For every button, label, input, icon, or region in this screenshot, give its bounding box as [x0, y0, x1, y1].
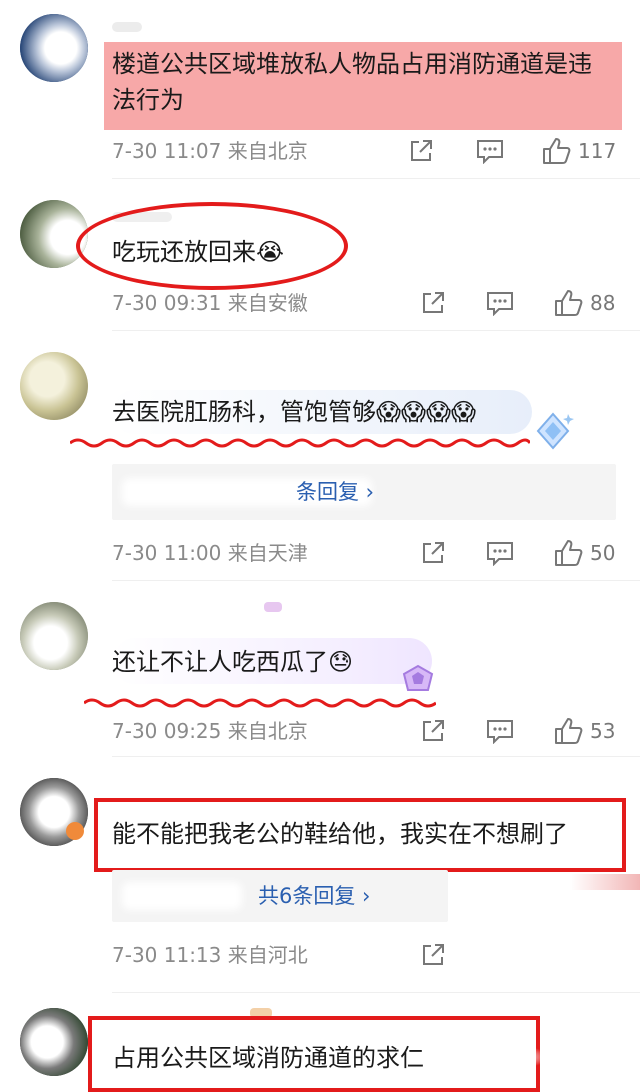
comment-meta: 7-30 11:13 来自河北: [112, 940, 620, 970]
like-count: 50: [590, 541, 616, 565]
comment-text: 去医院肛肠科，管饱管够😱😱😱😱: [112, 398, 477, 426]
comment-card: 还让不让人吃西瓜了😓 7-30 09:25 来自北京 53: [0, 582, 640, 758]
divider: [112, 330, 640, 331]
divider: [112, 178, 640, 179]
like-count: 88: [590, 291, 616, 315]
blurred-badge: [264, 602, 282, 612]
comment-card: 能不能把我老公的鞋给他，我实在不想刷了 共6条回复 › 7-30 11:13 来…: [0, 758, 640, 994]
comment-time: 7-30 11:13 来自河北: [112, 943, 308, 967]
comment-time: 7-30 09:25 来自北京: [112, 719, 308, 743]
annotation-underline: [84, 698, 436, 708]
view-replies-link[interactable]: 共6条回复 ›: [258, 870, 370, 922]
blurred-reply-text: [122, 882, 242, 910]
view-replies-link[interactable]: 条回复 ›: [296, 464, 374, 520]
comment-button[interactable]: [486, 288, 514, 318]
avatar[interactable]: [20, 14, 88, 82]
comment-button[interactable]: [486, 538, 514, 568]
comment-button[interactable]: [486, 716, 514, 746]
reply-preview[interactable]: 条回复 ›: [112, 464, 616, 520]
avatar[interactable]: [20, 352, 88, 420]
comment-meta: 7-30 11:07 来自北京 117: [112, 136, 620, 166]
avatar[interactable]: [20, 1008, 88, 1076]
share-icon: [423, 542, 444, 563]
comment-card: 吃玩还放回来😭 7-30 09:31 来自安徽 88: [0, 180, 640, 332]
comment-card: 去医院肛肠科，管饱管够😱😱😱😱 条回复 › 7-30 11:00 来自天津 50: [0, 332, 640, 582]
diamond-badge-icon: [536, 412, 574, 450]
comment-meta: 7-30 11:00 来自天津 50: [112, 538, 620, 568]
like-button[interactable]: 117: [542, 136, 616, 166]
comment-text: 占用公共区域消防通道的求仁: [112, 1044, 424, 1072]
username[interactable]: [112, 22, 142, 32]
annotation-smudge: [570, 874, 640, 890]
share-button[interactable]: [420, 716, 446, 746]
vip-badge-icon: [66, 822, 84, 840]
comment-icon: [487, 720, 513, 744]
comment-time: 7-30 11:00 来自天津: [112, 541, 308, 565]
share-icon: [423, 292, 444, 313]
like-count: 53: [590, 719, 616, 743]
comment-text: 吃玩还放回来😭: [112, 238, 285, 266]
like-button[interactable]: 53: [554, 716, 615, 746]
comment-icon: [487, 292, 513, 316]
comment-time: 7-30 09:31 来自安徽: [112, 291, 308, 315]
comment-text: 还让不让人吃西瓜了😓: [112, 648, 354, 676]
comment-card: 楼道公共区域堆放私人物品占用消防通道是违法行为 7-30 11:07 来自北京 …: [0, 0, 640, 180]
blurred-overlay: [440, 1042, 550, 1072]
like-icon: [555, 718, 583, 744]
share-icon: [423, 944, 444, 965]
divider: [112, 992, 640, 993]
like-button[interactable]: 88: [554, 288, 615, 318]
share-button[interactable]: [420, 940, 446, 970]
like-button[interactable]: 50: [554, 538, 615, 568]
comment-icon: [477, 140, 503, 164]
comment-button[interactable]: [476, 136, 504, 166]
share-icon: [411, 140, 432, 161]
comment-text: 楼道公共区域堆放私人物品占用消防通道是违法行为: [112, 50, 592, 114]
like-icon: [555, 540, 583, 566]
share-button[interactable]: [420, 538, 446, 568]
comment-text: 能不能把我老公的鞋给他，我实在不想刷了: [112, 820, 568, 848]
like-icon: [555, 290, 583, 316]
divider: [112, 580, 640, 581]
reply-preview[interactable]: 共6条回复 ›: [112, 870, 448, 922]
like-count: 117: [578, 139, 617, 163]
share-button[interactable]: [420, 288, 446, 318]
crown-badge-icon: [402, 664, 434, 691]
like-icon: [543, 138, 571, 164]
comment-card: 占用公共区域消防通道的求仁: [0, 994, 640, 1092]
divider: [112, 756, 640, 757]
comment-meta: 7-30 09:31 来自安徽 88: [112, 288, 620, 318]
avatar[interactable]: [20, 200, 88, 268]
comment-meta: 7-30 09:25 来自北京 53: [112, 716, 620, 746]
share-button[interactable]: [408, 136, 434, 166]
comment-icon: [487, 542, 513, 566]
annotation-underline: [70, 438, 530, 448]
comment-time: 7-30 11:07 来自北京: [112, 139, 308, 163]
avatar[interactable]: [20, 602, 88, 670]
share-icon: [423, 720, 444, 741]
